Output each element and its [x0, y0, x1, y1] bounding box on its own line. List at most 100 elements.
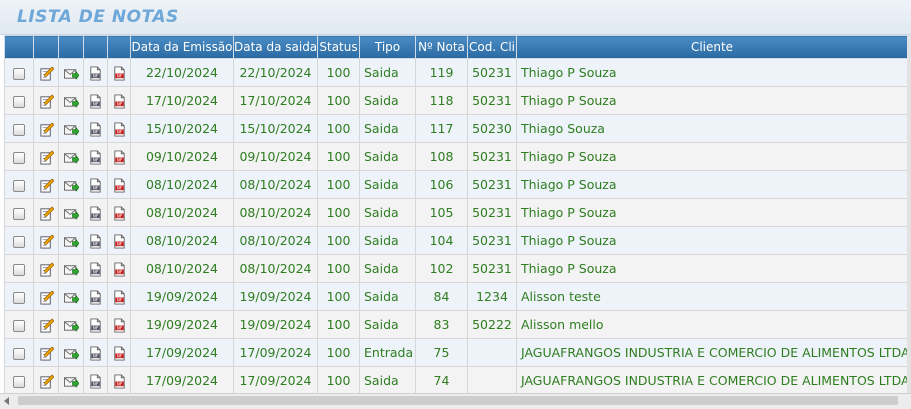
send-email-icon[interactable] [63, 262, 79, 277]
header-numero-nota[interactable]: Nº Nota [415, 35, 468, 59]
nfe-document-icon[interactable]: NF [88, 289, 103, 305]
row-select-cell [4, 142, 34, 171]
send-email-icon[interactable] [63, 94, 79, 109]
cell-tipo: Saida [359, 114, 416, 143]
header-data-emissao[interactable]: Data da Emissão [130, 35, 234, 59]
cell-cliente: Alisson mello [516, 310, 908, 339]
nfe-pdf-icon[interactable]: NF [112, 233, 127, 249]
nfe-document-icon[interactable]: NF [88, 149, 103, 165]
table-row[interactable]: NF NF 08/10/2024 08/10/2024 100 Saida 105 50231… [4, 198, 908, 227]
table-row[interactable]: NF NF 17/10/2024 17/10/2024 100 Saida 118 50231… [4, 86, 908, 115]
edit-icon[interactable] [39, 121, 54, 137]
row-checkbox[interactable] [13, 347, 25, 360]
table-row[interactable]: NF NF 22/10/2024 22/10/2024 100 Saida 119 50231… [4, 58, 908, 87]
table-row[interactable]: NF NF 15/10/2024 15/10/2024 100 Saida 117 50230… [4, 114, 908, 143]
row-checkbox[interactable] [13, 123, 25, 136]
nfe-document-icon[interactable]: NF [88, 121, 103, 137]
nfe-document-icon[interactable]: NF [88, 373, 103, 389]
svg-text:NF: NF [116, 325, 122, 330]
nfe-document-icon[interactable]: NF [88, 93, 103, 109]
header-status[interactable]: Status [317, 35, 360, 59]
nfe-pdf-icon[interactable]: NF [112, 373, 127, 389]
edit-icon[interactable] [39, 233, 54, 249]
row-checkbox[interactable] [13, 151, 25, 164]
send-email-icon[interactable] [63, 290, 79, 305]
header-cod-cli[interactable]: Cod. Cli [467, 35, 517, 59]
horizontal-scrollbar[interactable] [0, 393, 911, 409]
row-checkbox[interactable] [13, 375, 25, 388]
send-email-icon[interactable] [63, 150, 79, 165]
row-checkbox[interactable] [13, 263, 25, 276]
nfe-pdf-icon[interactable]: NF [112, 261, 127, 277]
edit-icon[interactable] [39, 289, 54, 305]
nfe-document-icon[interactable]: NF [88, 317, 103, 333]
send-email-icon[interactable] [63, 122, 79, 137]
cell-status: 100 [317, 58, 360, 87]
nfe-document-icon[interactable]: NF [88, 65, 103, 81]
header-email [58, 35, 84, 59]
edit-icon[interactable] [39, 177, 54, 193]
cell-status: 100 [317, 310, 360, 339]
svg-text:NF: NF [93, 381, 99, 386]
edit-icon[interactable] [39, 93, 54, 109]
row-checkbox[interactable] [13, 67, 25, 80]
vertical-scroll-area[interactable] [907, 35, 911, 393]
send-email-icon[interactable] [63, 178, 79, 193]
svg-text:NF: NF [116, 185, 122, 190]
row-checkbox[interactable] [13, 235, 25, 248]
send-email-icon[interactable] [63, 66, 79, 81]
nfe-pdf-icon[interactable]: NF [112, 65, 127, 81]
edit-icon[interactable] [39, 345, 54, 361]
row-checkbox[interactable] [13, 291, 25, 304]
row-checkbox[interactable] [13, 207, 25, 220]
nfe-document-icon[interactable]: NF [88, 205, 103, 221]
send-email-icon[interactable] [63, 206, 79, 221]
table-row[interactable]: NF NF 17/09/2024 17/09/2024 100 Entrada 75 JAGU… [4, 338, 908, 367]
header-cliente[interactable]: Cliente [516, 35, 908, 59]
scrollbar-thumb[interactable] [18, 396, 898, 405]
edit-icon[interactable] [39, 149, 54, 165]
svg-text:NF: NF [116, 381, 122, 386]
nfe-document-icon[interactable]: NF [88, 261, 103, 277]
nfe-pdf-icon[interactable]: NF [112, 205, 127, 221]
nfe-document-icon[interactable]: NF [88, 177, 103, 193]
row-checkbox[interactable] [13, 95, 25, 108]
table-row[interactable]: NF NF 08/10/2024 08/10/2024 100 Saida 102 50231… [4, 254, 908, 283]
svg-text:NF: NF [116, 73, 122, 78]
edit-icon[interactable] [39, 317, 54, 333]
nfe-document-icon[interactable]: NF [88, 345, 103, 361]
send-email-icon[interactable] [63, 318, 79, 333]
nfe-document-icon[interactable]: NF [88, 233, 103, 249]
nfe-pdf-icon[interactable]: NF [112, 93, 127, 109]
table-row[interactable]: NF NF 19/09/2024 19/09/2024 100 Saida 84 1234 Al… [4, 282, 908, 311]
row-checkbox[interactable] [13, 179, 25, 192]
header-tipo[interactable]: Tipo [359, 35, 416, 59]
cell-data-emissao: 08/10/2024 [130, 170, 234, 199]
row-email-cell [58, 282, 84, 311]
table-row[interactable]: NF NF 09/10/2024 09/10/2024 100 Saida 108 50231… [4, 142, 908, 171]
nfe-pdf-icon[interactable]: NF [112, 345, 127, 361]
send-email-icon[interactable] [63, 374, 79, 389]
row-checkbox[interactable] [13, 319, 25, 332]
table-row[interactable]: NF NF 19/09/2024 19/09/2024 100 Saida 83 50222 A… [4, 310, 908, 339]
edit-icon[interactable] [39, 261, 54, 277]
cell-status: 100 [317, 142, 360, 171]
scroll-left-arrow-icon[interactable] [4, 397, 9, 405]
nfe-pdf-icon[interactable]: NF [112, 177, 127, 193]
header-data-saida[interactable]: Data da saida [233, 35, 318, 59]
table-row[interactable]: NF NF 17/09/2024 17/09/2024 100 Saida 74 JAGUAF… [4, 366, 908, 395]
nfe-pdf-icon[interactable]: NF [112, 289, 127, 305]
cell-tipo: Saida [359, 366, 416, 395]
edit-icon[interactable] [39, 65, 54, 81]
edit-icon[interactable] [39, 373, 54, 389]
edit-icon[interactable] [39, 205, 54, 221]
send-email-icon[interactable] [63, 346, 79, 361]
send-email-icon[interactable] [63, 234, 79, 249]
cell-numero-nota: 108 [415, 142, 468, 171]
nfe-pdf-icon[interactable]: NF [112, 317, 127, 333]
cell-cliente: Alisson teste [516, 282, 908, 311]
table-row[interactable]: NF NF 08/10/2024 08/10/2024 100 Saida 106 50231… [4, 170, 908, 199]
nfe-pdf-icon[interactable]: NF [112, 149, 127, 165]
nfe-pdf-icon[interactable]: NF [112, 121, 127, 137]
table-row[interactable]: NF NF 08/10/2024 08/10/2024 100 Saida 104 50231… [4, 226, 908, 255]
